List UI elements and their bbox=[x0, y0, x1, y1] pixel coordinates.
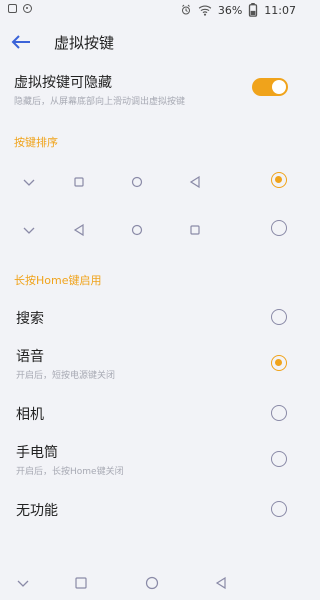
order-option-2-icons bbox=[20, 221, 220, 239]
home-section-header: 长按Home键启用 bbox=[14, 274, 102, 287]
home-option-search-radio[interactable] bbox=[271, 309, 287, 325]
notification-dot-icon bbox=[23, 4, 32, 13]
chevron-down-icon bbox=[20, 173, 38, 191]
triangle-left-icon bbox=[70, 221, 88, 239]
status-bar: 36% 11:07 bbox=[0, 0, 304, 22]
home-option-camera-radio[interactable] bbox=[271, 405, 287, 421]
back-button[interactable] bbox=[10, 32, 32, 52]
back-arrow-icon bbox=[11, 35, 30, 49]
virtual-keys-hideable-row[interactable]: 虚拟按键可隐藏 隐藏后，从屏幕底部向上滑动调出虚拟按键 bbox=[0, 72, 304, 112]
circle-icon bbox=[128, 221, 146, 239]
home-option-voice[interactable]: 语音 开启后，短按电源键关闭 bbox=[0, 346, 304, 381]
circle-icon bbox=[145, 576, 159, 590]
home-option-flashlight-label: 手电筒 bbox=[16, 445, 58, 461]
home-option-none[interactable]: 无功能 bbox=[0, 498, 304, 520]
home-option-none-radio[interactable] bbox=[271, 501, 287, 517]
home-option-flashlight[interactable]: 手电筒 开启后，长按Home键关闭 bbox=[0, 442, 304, 477]
chevron-down-icon bbox=[20, 221, 38, 239]
bottom-navigation-bar bbox=[0, 564, 304, 600]
alarm-icon bbox=[180, 4, 192, 16]
notification-square-icon bbox=[8, 4, 17, 13]
status-right: 36% 11:07 bbox=[180, 3, 296, 17]
triangle-left-icon bbox=[215, 576, 226, 590]
home-button[interactable] bbox=[143, 574, 161, 592]
home-option-voice-subtitle: 开启后，短按电源键关闭 bbox=[16, 371, 116, 381]
page-title: 虚拟按键 bbox=[54, 34, 115, 52]
home-option-search-label: 搜索 bbox=[16, 311, 44, 327]
status-time: 11:07 bbox=[264, 3, 296, 17]
order-option-2-radio[interactable] bbox=[271, 220, 287, 236]
triangle-left-icon bbox=[186, 173, 204, 191]
order-option-1-icons bbox=[20, 173, 220, 191]
back-nav-button[interactable] bbox=[212, 574, 230, 592]
app-bar: 虚拟按键 bbox=[0, 24, 304, 60]
order-option-1[interactable] bbox=[0, 170, 304, 194]
order-option-1-radio[interactable] bbox=[271, 172, 287, 188]
wifi-icon bbox=[198, 4, 212, 16]
square-icon bbox=[186, 221, 204, 239]
square-icon bbox=[70, 173, 88, 191]
chevron-down-icon bbox=[17, 580, 29, 587]
home-option-voice-radio[interactable] bbox=[271, 355, 287, 371]
battery-percent: 36% bbox=[217, 3, 243, 17]
home-option-camera[interactable]: 相机 bbox=[0, 402, 304, 424]
home-option-none-label: 无功能 bbox=[16, 503, 58, 519]
battery-icon bbox=[248, 3, 258, 17]
hide-navigation-button[interactable] bbox=[14, 574, 32, 592]
square-icon bbox=[75, 577, 87, 589]
recents-button[interactable] bbox=[72, 574, 90, 592]
circle-icon bbox=[128, 173, 146, 191]
home-option-flashlight-radio[interactable] bbox=[271, 451, 287, 467]
virtual-keys-hideable-title: 虚拟按键可隐藏 bbox=[14, 75, 112, 91]
order-option-2[interactable] bbox=[0, 218, 304, 242]
home-option-flashlight-subtitle: 开启后，长按Home键关闭 bbox=[16, 467, 124, 477]
home-option-voice-label: 语音 bbox=[16, 349, 44, 365]
virtual-keys-hideable-subtitle: 隐藏后，从屏幕底部向上滑动调出虚拟按键 bbox=[14, 97, 186, 107]
home-option-camera-label: 相机 bbox=[16, 407, 44, 423]
virtual-keys-hideable-toggle[interactable] bbox=[252, 78, 288, 96]
order-section-header: 按键排序 bbox=[14, 136, 58, 149]
status-left bbox=[8, 4, 32, 13]
home-option-search[interactable]: 搜索 bbox=[0, 306, 304, 328]
